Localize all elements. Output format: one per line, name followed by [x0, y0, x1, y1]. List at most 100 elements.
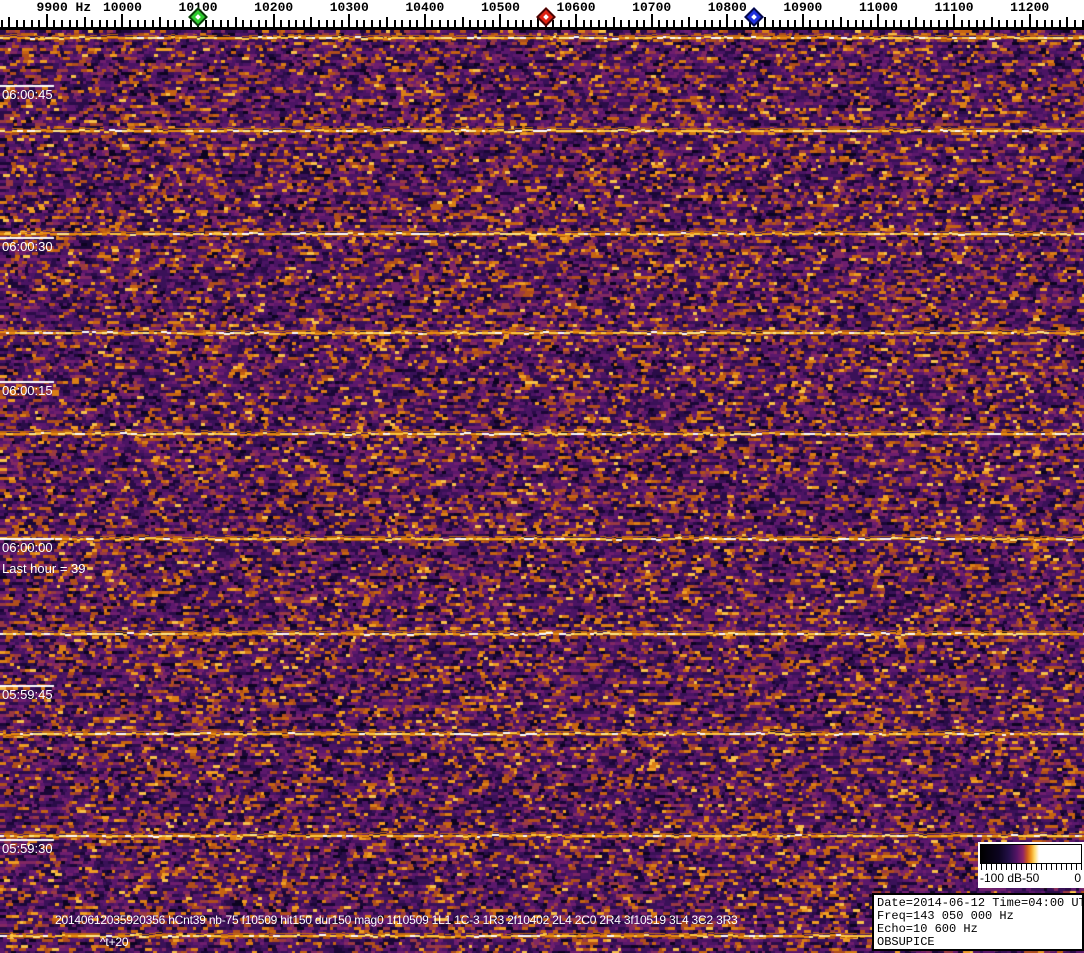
freq-tick-minor — [636, 20, 638, 27]
freq-tick-minor — [915, 17, 917, 27]
freq-tick-minor — [741, 20, 743, 27]
station-info-box: Date=2014-06-12 Time=04:00 UTC Freq=143 … — [872, 893, 1084, 951]
freq-axis-label: 11100 — [935, 0, 974, 15]
freq-tick-minor — [280, 20, 282, 27]
colorbar-labels: -100 dB -50 0 — [978, 871, 1084, 887]
marker-green-center-dot — [195, 14, 201, 20]
freq-tick-minor — [341, 20, 343, 27]
freq-tick-minor — [1021, 20, 1023, 27]
freq-tick-minor — [144, 20, 146, 27]
time-axis-label: 06:00:30 — [2, 240, 53, 254]
freq-tick-major — [1029, 14, 1031, 27]
freq-tick-minor — [938, 20, 940, 27]
freq-tick-minor — [326, 20, 328, 27]
freq-tick-minor — [1066, 17, 1068, 27]
freq-tick-minor — [477, 20, 479, 27]
freq-tick-minor — [416, 20, 418, 27]
freq-tick-major — [121, 14, 123, 27]
freq-tick-minor — [847, 20, 849, 27]
freq-tick-minor — [431, 20, 433, 27]
freq-tick-minor — [976, 20, 978, 27]
freq-tick-minor — [1059, 20, 1061, 27]
freq-tick-minor — [114, 20, 116, 27]
colorbar-label-max: 0 — [1074, 871, 1081, 885]
marker-blue-center-dot — [751, 14, 757, 20]
colorbar-tick — [1061, 863, 1062, 870]
freq-tick-minor — [855, 20, 857, 27]
time-axis-label: 05:59:45 — [2, 688, 53, 702]
colorbar-tick — [991, 863, 992, 870]
freq-tick-major — [348, 14, 350, 27]
freq-tick-minor — [91, 20, 93, 27]
freq-tick-minor — [227, 20, 229, 27]
colorbar-tick — [1031, 863, 1032, 870]
freq-tick-major — [953, 14, 955, 27]
freq-tick-minor — [666, 20, 668, 27]
freq-tick-minor — [840, 17, 842, 27]
freq-tick-minor — [76, 20, 78, 27]
freq-tick-minor — [900, 20, 902, 27]
colorbar-tick — [1051, 863, 1052, 870]
detection-parameters-text: 20140612035920356 hCnt39 nb-75 f10509 hi… — [55, 914, 738, 927]
colorbar-tick — [1081, 863, 1082, 870]
freq-tick-minor — [613, 17, 615, 27]
colorbar-tick — [1076, 863, 1077, 870]
freq-tick-minor — [809, 20, 811, 27]
waterfall-display: Last hour = 39 20140612035920356 hCnt39 … — [0, 30, 1084, 953]
freq-tick-minor — [8, 17, 10, 27]
freq-tick-minor — [779, 20, 781, 27]
marker-blue[interactable] — [744, 7, 764, 27]
freq-tick-minor — [137, 20, 139, 27]
freq-tick-minor — [454, 20, 456, 27]
freq-tick-minor — [167, 20, 169, 27]
freq-tick-minor — [998, 20, 1000, 27]
info-station-name: OBSUPICE — [877, 936, 1079, 949]
freq-tick-minor — [462, 17, 464, 27]
freq-tick-major — [499, 14, 501, 27]
freq-tick-minor — [620, 20, 622, 27]
freq-tick-minor — [643, 20, 645, 27]
freq-tick-minor — [1036, 20, 1038, 27]
freq-axis-label: 10800 — [708, 0, 747, 15]
colorbar-label-mid: -50 — [1022, 871, 1039, 885]
freq-tick-minor — [583, 20, 585, 27]
freq-tick-minor — [946, 20, 948, 27]
freq-axis-label: 10500 — [481, 0, 520, 15]
freq-tick-minor — [303, 20, 305, 27]
freq-tick-minor — [235, 17, 237, 27]
colorbar-panel: -100 dB -50 0 — [978, 842, 1084, 888]
freq-tick-minor — [333, 20, 335, 27]
freq-tick-minor — [371, 20, 373, 27]
freq-tick-minor — [295, 20, 297, 27]
freq-tick-major — [424, 14, 426, 27]
freq-tick-minor — [930, 20, 932, 27]
colorbar-gradient — [980, 844, 1082, 864]
colorbar-tick — [1071, 863, 1072, 870]
freq-tick-minor — [356, 20, 358, 27]
freq-axis-label: 10000 — [103, 0, 142, 15]
freq-tick-minor — [84, 17, 86, 27]
freq-axis-label: 10700 — [632, 0, 671, 15]
freq-tick-minor — [220, 20, 222, 27]
freq-tick-minor — [492, 20, 494, 27]
freq-tick-minor — [1044, 20, 1046, 27]
colorbar-tick — [1001, 863, 1002, 870]
freq-tick-minor — [159, 17, 161, 27]
freq-tick-minor — [53, 20, 55, 27]
freq-axis-label: 10300 — [330, 0, 369, 15]
freq-tick-minor — [61, 20, 63, 27]
freq-tick-minor — [507, 20, 509, 27]
freq-tick-minor — [16, 20, 18, 27]
freq-tick-minor — [386, 17, 388, 27]
freq-tick-minor — [379, 20, 381, 27]
freq-tick-major — [651, 14, 653, 27]
freq-axis-label: 10900 — [783, 0, 822, 15]
freq-tick-minor — [983, 20, 985, 27]
colorbar-tick — [1041, 863, 1042, 870]
colorbar-tick — [996, 863, 997, 870]
freq-tick-minor — [658, 20, 660, 27]
freq-tick-minor — [968, 20, 970, 27]
freq-tick-minor — [530, 20, 532, 27]
freq-tick-minor — [1051, 20, 1053, 27]
colorbar-tick — [1036, 863, 1037, 870]
